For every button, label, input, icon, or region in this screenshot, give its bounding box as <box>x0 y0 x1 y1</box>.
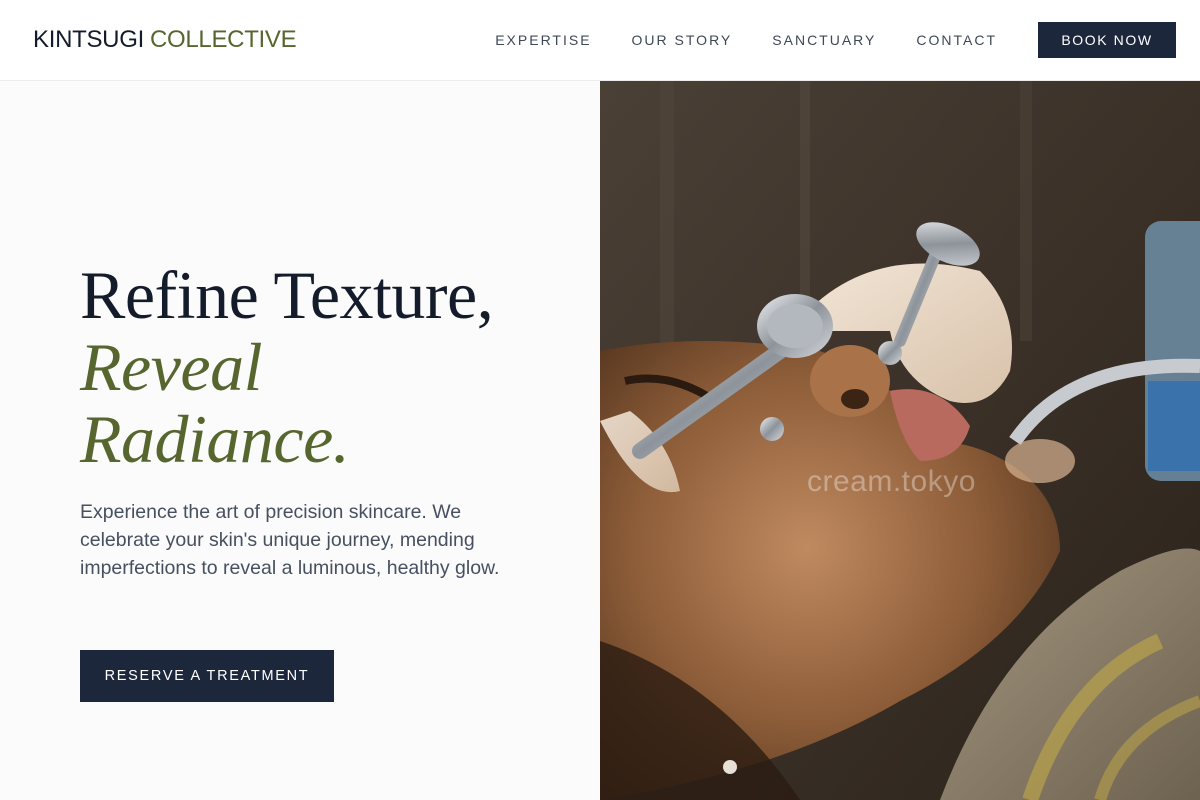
hero-description: Experience the art of precision skincare… <box>80 501 500 579</box>
brand-name-part2: COLLECTIVE <box>149 26 297 53</box>
brand-name-part1: KINTSUGI <box>33 26 144 53</box>
hero-headline-accent-2: Radiance. <box>80 401 350 477</box>
hero-headline-line1: Refine Texture, <box>80 257 494 333</box>
nav-link-sanctuary[interactable]: SANCTUARY <box>772 32 876 48</box>
site-header: KINTSUGI COLLECTIVE EXPERTISE OUR STORY … <box>0 0 1200 81</box>
hero-headline: Refine Texture, Reveal Radiance. <box>80 257 494 477</box>
hero-image: cream.tokyo <box>600 81 1200 800</box>
nav-link-expertise[interactable]: EXPERTISE <box>495 32 591 48</box>
main-nav: EXPERTISE OUR STORY SANCTUARY CONTACT <box>495 32 997 48</box>
brand-logo[interactable]: KINTSUGI COLLECTIVE <box>33 26 297 54</box>
hero-text-panel: Refine Texture, Reveal Radiance. Experie… <box>0 81 600 800</box>
hero-headline-accent-1: Reveal <box>80 329 262 405</box>
nav-link-contact[interactable]: CONTACT <box>916 32 997 48</box>
reserve-treatment-button[interactable]: RESERVE A TREATMENT <box>80 650 334 702</box>
facial-treatment-photo <box>600 81 1200 800</box>
book-now-button[interactable]: BOOK NOW <box>1038 22 1176 58</box>
nav-link-our-story[interactable]: OUR STORY <box>632 32 733 48</box>
